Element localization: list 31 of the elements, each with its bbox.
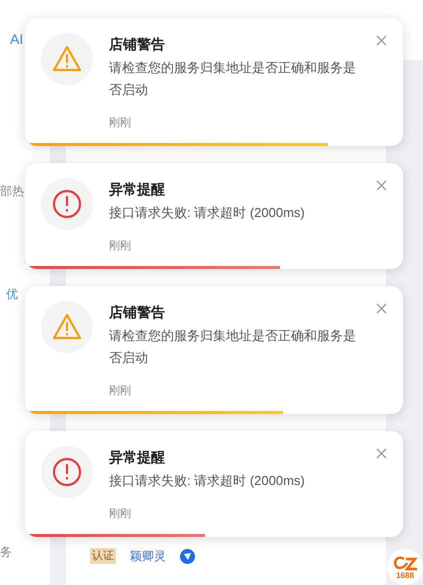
close-icon bbox=[376, 35, 387, 46]
close-icon bbox=[376, 448, 387, 459]
error-icon bbox=[52, 189, 82, 219]
certified-badge: 认证 bbox=[90, 548, 116, 564]
error-icon bbox=[52, 457, 82, 487]
close-button[interactable] bbox=[376, 35, 387, 46]
notification-title: 异常提醒 bbox=[109, 448, 166, 467]
header-link[interactable]: AI bbox=[10, 29, 24, 50]
logo-badge[interactable]: 1688 bbox=[387, 549, 423, 585]
close-icon bbox=[376, 303, 387, 314]
chat-icon[interactable] bbox=[180, 548, 195, 564]
notification-time: 刚刚 bbox=[109, 507, 132, 522]
warning-icon bbox=[52, 313, 82, 341]
sidebar-text: 务 bbox=[0, 544, 13, 561]
notification-time: 刚刚 bbox=[109, 239, 132, 254]
close-button[interactable] bbox=[376, 303, 387, 314]
notification-title: 店铺警告 bbox=[109, 303, 166, 322]
notification-title: 异常提醒 bbox=[109, 180, 166, 199]
sidebar-text: 部热 bbox=[0, 183, 25, 200]
close-icon bbox=[376, 180, 387, 191]
close-button[interactable] bbox=[376, 448, 387, 459]
notification-title: 店铺警告 bbox=[109, 35, 166, 54]
notification-time: 刚刚 bbox=[109, 384, 132, 399]
notification-message: 请检查您的服务归集地址是否正确和服务是否启动 bbox=[109, 327, 357, 367]
notification-time: 刚刚 bbox=[109, 116, 132, 131]
notification-message: 接口请求失败: 请求超时 (2000ms) bbox=[109, 472, 306, 490]
warning-icon bbox=[52, 45, 82, 73]
notification-message: 接口请求失败: 请求超时 (2000ms) bbox=[109, 204, 306, 222]
notification-message: 请检查您的服务归集地址是否正确和服务是否启动 bbox=[109, 59, 357, 99]
close-button[interactable] bbox=[376, 180, 387, 191]
contact-name[interactable]: 颖卿灵 bbox=[130, 547, 166, 565]
